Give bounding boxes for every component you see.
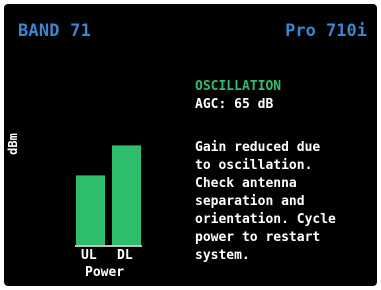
chart-y-axis-label: dBm bbox=[6, 133, 20, 155]
status-message-line: separation and bbox=[195, 194, 305, 209]
power-bar-chart bbox=[75, 145, 142, 247]
x-tick-label-dl: DL bbox=[117, 248, 133, 263]
model-label: Pro 710i bbox=[285, 21, 367, 41]
bar-dl bbox=[112, 145, 141, 245]
status-message-line: to oscillation. bbox=[195, 158, 313, 173]
status-message-line: orientation. Cycle bbox=[195, 212, 336, 227]
status-message-line: system. bbox=[195, 248, 250, 263]
status-message-line: power to restart bbox=[195, 230, 321, 245]
agc-readout: AGC: 65 dB bbox=[195, 97, 274, 112]
status-message-line: Gain reduced due bbox=[195, 140, 321, 155]
bar-ul bbox=[76, 175, 105, 245]
status-message-line: Check antenna bbox=[195, 176, 297, 191]
band-label: BAND 71 bbox=[18, 21, 92, 41]
chart-x-axis-label: Power bbox=[85, 265, 125, 280]
status-message: Gain reduced due to oscillation. Check ant… bbox=[195, 139, 375, 265]
display-screen: BAND 71 Pro 710i dBm UL DL Power OSCILLA… bbox=[4, 4, 377, 286]
x-tick-label-ul: UL bbox=[81, 248, 97, 263]
status-title: OSCILLATION bbox=[195, 79, 282, 94]
